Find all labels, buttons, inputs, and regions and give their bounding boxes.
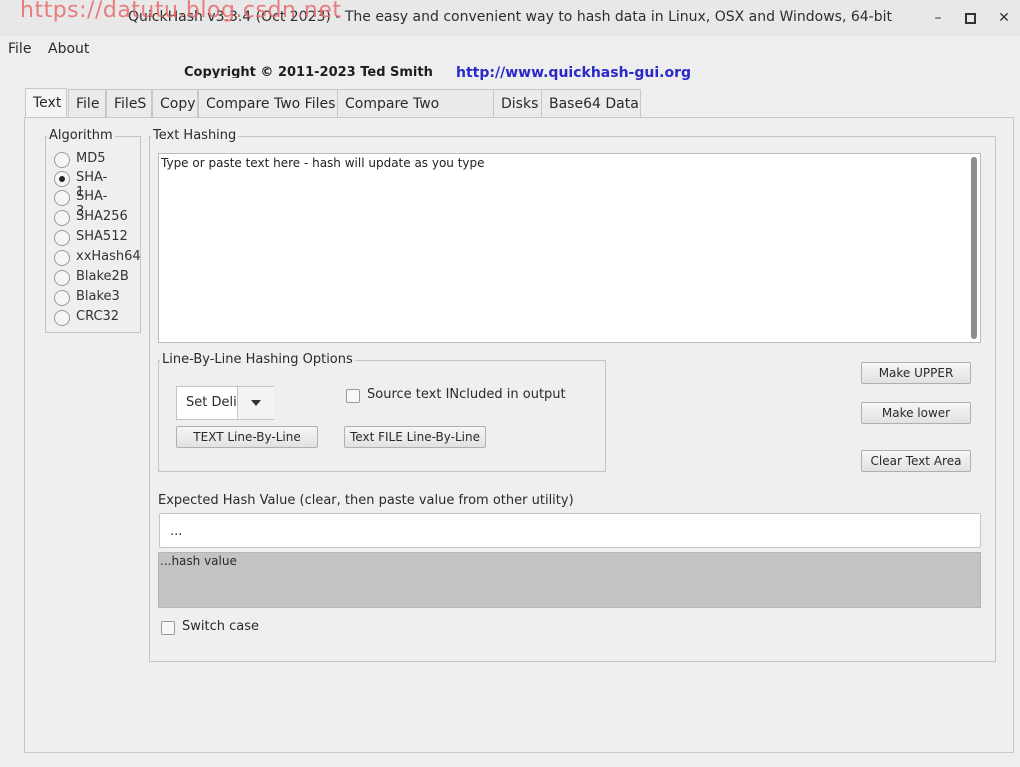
maximize-button[interactable]	[960, 8, 980, 28]
radio-label: SHA512	[76, 229, 128, 244]
close-button[interactable]: ✕	[994, 8, 1014, 28]
delimiter-combobox[interactable]: Set Delimiter	[176, 386, 274, 420]
watermark: https://datutu.blog.csdn.net	[20, 0, 342, 23]
text-area-content: Type or paste text here - hash will upda…	[161, 156, 485, 170]
tab-copy[interactable]: Copy	[152, 89, 198, 117]
menu-bar	[0, 36, 1020, 62]
tab-compare-two-folders[interactable]: Compare Two Folders	[337, 89, 494, 140]
radio-circle	[54, 290, 70, 306]
maximize-icon	[964, 13, 976, 24]
radio-label: xxHash64	[76, 249, 141, 264]
delimiter-value: Set Delimiter	[186, 395, 236, 410]
copyright-text: Copyright © 2011-2023 Ted Smith	[184, 65, 433, 78]
minimize-button[interactable]: –	[928, 8, 948, 28]
make-upper-button[interactable]: Make UPPER	[861, 362, 971, 384]
hash-output-text: ...hash value	[160, 554, 237, 568]
hash-output-field: ...hash value	[158, 552, 981, 608]
text-area-scrollbar[interactable]	[971, 157, 977, 339]
tab-files[interactable]: FileS	[106, 89, 152, 117]
radio-circle	[54, 310, 70, 326]
line-by-line-group-label: Line-By-Line Hashing Options	[160, 352, 355, 367]
chevron-down-icon[interactable]	[237, 387, 274, 419]
menu-about[interactable]: About	[48, 41, 89, 57]
website-link[interactable]: http://www.quickhash-gui.org	[456, 65, 691, 81]
menu-file[interactable]: File	[8, 41, 31, 57]
tab-file[interactable]: File	[68, 89, 106, 117]
expected-hash-value: ...	[170, 524, 183, 539]
radio-circle	[54, 270, 70, 286]
radio-label: SHA256	[76, 209, 128, 224]
radio-label: Blake2B	[76, 269, 129, 284]
source-included-label: Source text INcluded in output	[367, 387, 566, 402]
radio-circle	[54, 250, 70, 266]
radio-label: MD5	[76, 151, 106, 166]
expected-hash-input[interactable]: ...	[159, 513, 981, 548]
make-lower-button[interactable]: Make lower	[861, 402, 971, 424]
radio-circle	[54, 230, 70, 246]
radio-label: Blake3	[76, 289, 120, 304]
text-file-line-by-line-button[interactable]: Text FILE Line-By-Line	[344, 426, 486, 448]
radio-circle	[54, 152, 70, 168]
clear-text-area-button[interactable]: Clear Text Area	[861, 450, 971, 472]
radio-circle-selected	[54, 171, 70, 187]
switch-case-checkbox[interactable]	[161, 621, 175, 635]
radio-circle	[54, 190, 70, 206]
text-line-by-line-button[interactable]: TEXT Line-By-Line	[176, 426, 318, 448]
text-hashing-group-label: Text Hashing	[151, 128, 239, 143]
tab-compare-two-files[interactable]: Compare Two Files	[198, 89, 338, 117]
tab-disks[interactable]: Disks	[493, 89, 542, 117]
text-input-area[interactable]: Type or paste text here - hash will upda…	[158, 153, 981, 343]
algorithm-group-label: Algorithm	[47, 128, 115, 143]
switch-case-label: Switch case	[182, 619, 259, 634]
source-included-checkbox[interactable]	[346, 389, 360, 403]
radio-label: CRC32	[76, 309, 120, 324]
tab-text[interactable]: Text	[25, 88, 67, 118]
expected-hash-label: Expected Hash Value (clear, then paste v…	[158, 493, 574, 508]
radio-circle	[54, 210, 70, 226]
tab-base64-data[interactable]: Base64 Data	[541, 89, 641, 117]
